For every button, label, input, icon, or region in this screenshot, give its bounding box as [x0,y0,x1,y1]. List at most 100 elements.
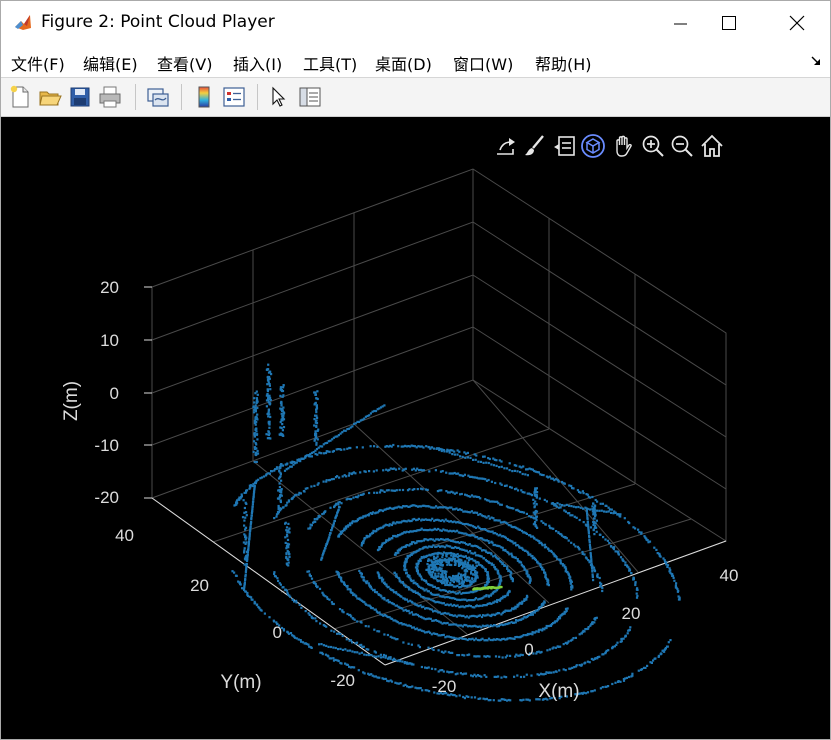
point [519,675,523,679]
point [445,560,448,564]
menu-tools[interactable]: 工具(T) [303,51,357,75]
point [619,556,623,559]
point [449,581,452,584]
point [628,675,631,679]
point [279,394,282,397]
point [593,533,596,536]
point [370,654,373,657]
point [477,513,480,516]
point [563,509,566,512]
point [297,493,300,496]
figure-canvas[interactable]: 20 10 0 -10 -20 40 20 0 -20 -20 0 20 40 … [1,117,830,739]
property-inspector-icon[interactable] [297,84,323,110]
menu-insert[interactable]: 插入(I) [233,51,282,75]
point [581,552,584,555]
point [529,632,532,635]
point [384,445,387,448]
point [405,572,408,575]
y-tick-label: 0 [273,623,282,642]
point [386,615,389,619]
point [484,498,487,501]
menu-file[interactable]: 文件(F) [11,51,65,75]
point [239,583,242,586]
point [376,549,380,552]
point [273,469,276,472]
new-figure-icon[interactable] [7,84,33,110]
point-cloud-axes[interactable]: 20 10 0 -10 -20 40 20 0 -20 -20 0 20 40 … [1,117,830,739]
point [365,653,368,657]
point [359,471,362,474]
point [441,581,444,585]
link-plot-icon[interactable] [145,84,171,110]
point [484,549,487,552]
data-tips-icon[interactable] [551,133,577,159]
point [297,638,300,641]
maximize-button[interactable] [699,1,759,45]
brush-icon[interactable] [522,133,548,159]
point [589,526,593,529]
point [419,487,423,490]
point [514,655,517,658]
point [543,600,546,603]
point [325,625,328,628]
point [584,692,588,695]
menu-window[interactable]: 窗口(W) [453,51,513,75]
save-icon[interactable] [67,84,93,110]
point [254,481,257,484]
point [447,560,450,563]
point [587,495,590,498]
point [383,490,386,493]
point [278,469,281,472]
point [592,579,595,582]
point [360,572,363,575]
point [567,539,570,542]
point [316,390,319,393]
point [539,473,542,476]
title-bar[interactable]: Figure 2: Point Cloud Player [1,1,830,45]
home-icon[interactable] [699,133,725,159]
menu-view[interactable]: 查看(V) [157,51,212,75]
colorbar-icon[interactable] [191,84,217,110]
point [281,414,284,417]
point [267,433,270,437]
open-file-icon[interactable] [37,84,63,110]
point [398,660,402,663]
point [619,680,622,683]
point [616,641,619,644]
menu-desktop[interactable]: 桌面(D) [375,51,432,75]
point [428,568,431,571]
point [588,543,591,547]
menu-edit[interactable]: 编辑(E) [83,51,138,75]
point-cloud [231,363,681,702]
point [437,544,440,547]
close-button[interactable] [767,1,827,45]
point [421,547,424,550]
z-tick-label: 0 [110,384,119,403]
point [566,607,569,610]
point [372,470,375,473]
point [367,582,370,585]
point [432,447,436,450]
point [570,588,573,591]
menu-help[interactable]: 帮助(H) [535,51,592,75]
point [279,426,282,429]
print-icon[interactable] [97,84,123,110]
point [444,583,447,587]
point [289,461,292,464]
point [319,622,322,625]
zoom-out-icon[interactable] [669,133,695,159]
legend-icon[interactable] [221,84,247,110]
edit-plot-arrow-icon[interactable] [265,84,291,110]
rotate-3d-icon[interactable] [580,133,606,159]
point [546,547,550,550]
point [353,618,356,621]
point [575,506,578,509]
point [372,655,375,658]
dock-arrow-icon[interactable] [810,55,822,67]
point [506,637,509,640]
point [268,413,271,416]
zoom-in-icon[interactable] [640,133,666,159]
pan-icon[interactable] [610,133,636,159]
point [627,520,630,524]
export-icon[interactable] [493,133,519,159]
